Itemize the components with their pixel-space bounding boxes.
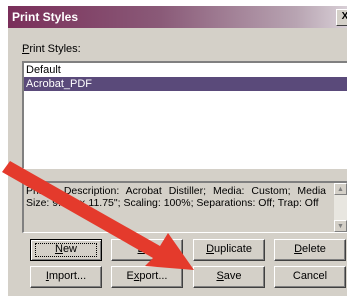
scroll-down-icon[interactable]: ▼ xyxy=(334,220,347,232)
save-button[interactable]: Save xyxy=(193,266,265,288)
description-scrollbar[interactable]: ▲ ▼ xyxy=(334,183,347,232)
cancel-button[interactable]: Cancel xyxy=(274,266,346,288)
new-button[interactable]: New xyxy=(30,239,102,261)
title-bar: Print Styles X xyxy=(8,6,347,28)
print-styles-dialog: Print Styles X Print Styles: Default Acr… xyxy=(8,6,347,296)
scroll-up-icon[interactable]: ▲ xyxy=(334,183,347,195)
description-text: Printer Description: Acrobat Distiller; … xyxy=(26,185,326,209)
print-styles-label: Print Styles: xyxy=(22,43,81,55)
style-description: Printer Description: Acrobat Distiller; … xyxy=(22,181,347,233)
list-item-acrobat-pdf[interactable]: Acrobat_PDF xyxy=(24,77,347,91)
import-button[interactable]: Import... xyxy=(30,266,102,288)
dialog-title: Print Styles xyxy=(12,10,79,24)
edit-button[interactable]: Edit xyxy=(111,239,183,261)
print-styles-list[interactable]: Default Acrobat_PDF xyxy=(22,61,347,169)
export-button[interactable]: Export... xyxy=(111,266,183,288)
duplicate-button[interactable]: Duplicate xyxy=(193,239,265,261)
delete-button[interactable]: Delete xyxy=(274,239,346,261)
list-item-default[interactable]: Default xyxy=(24,63,347,77)
close-button[interactable]: X xyxy=(336,9,347,26)
